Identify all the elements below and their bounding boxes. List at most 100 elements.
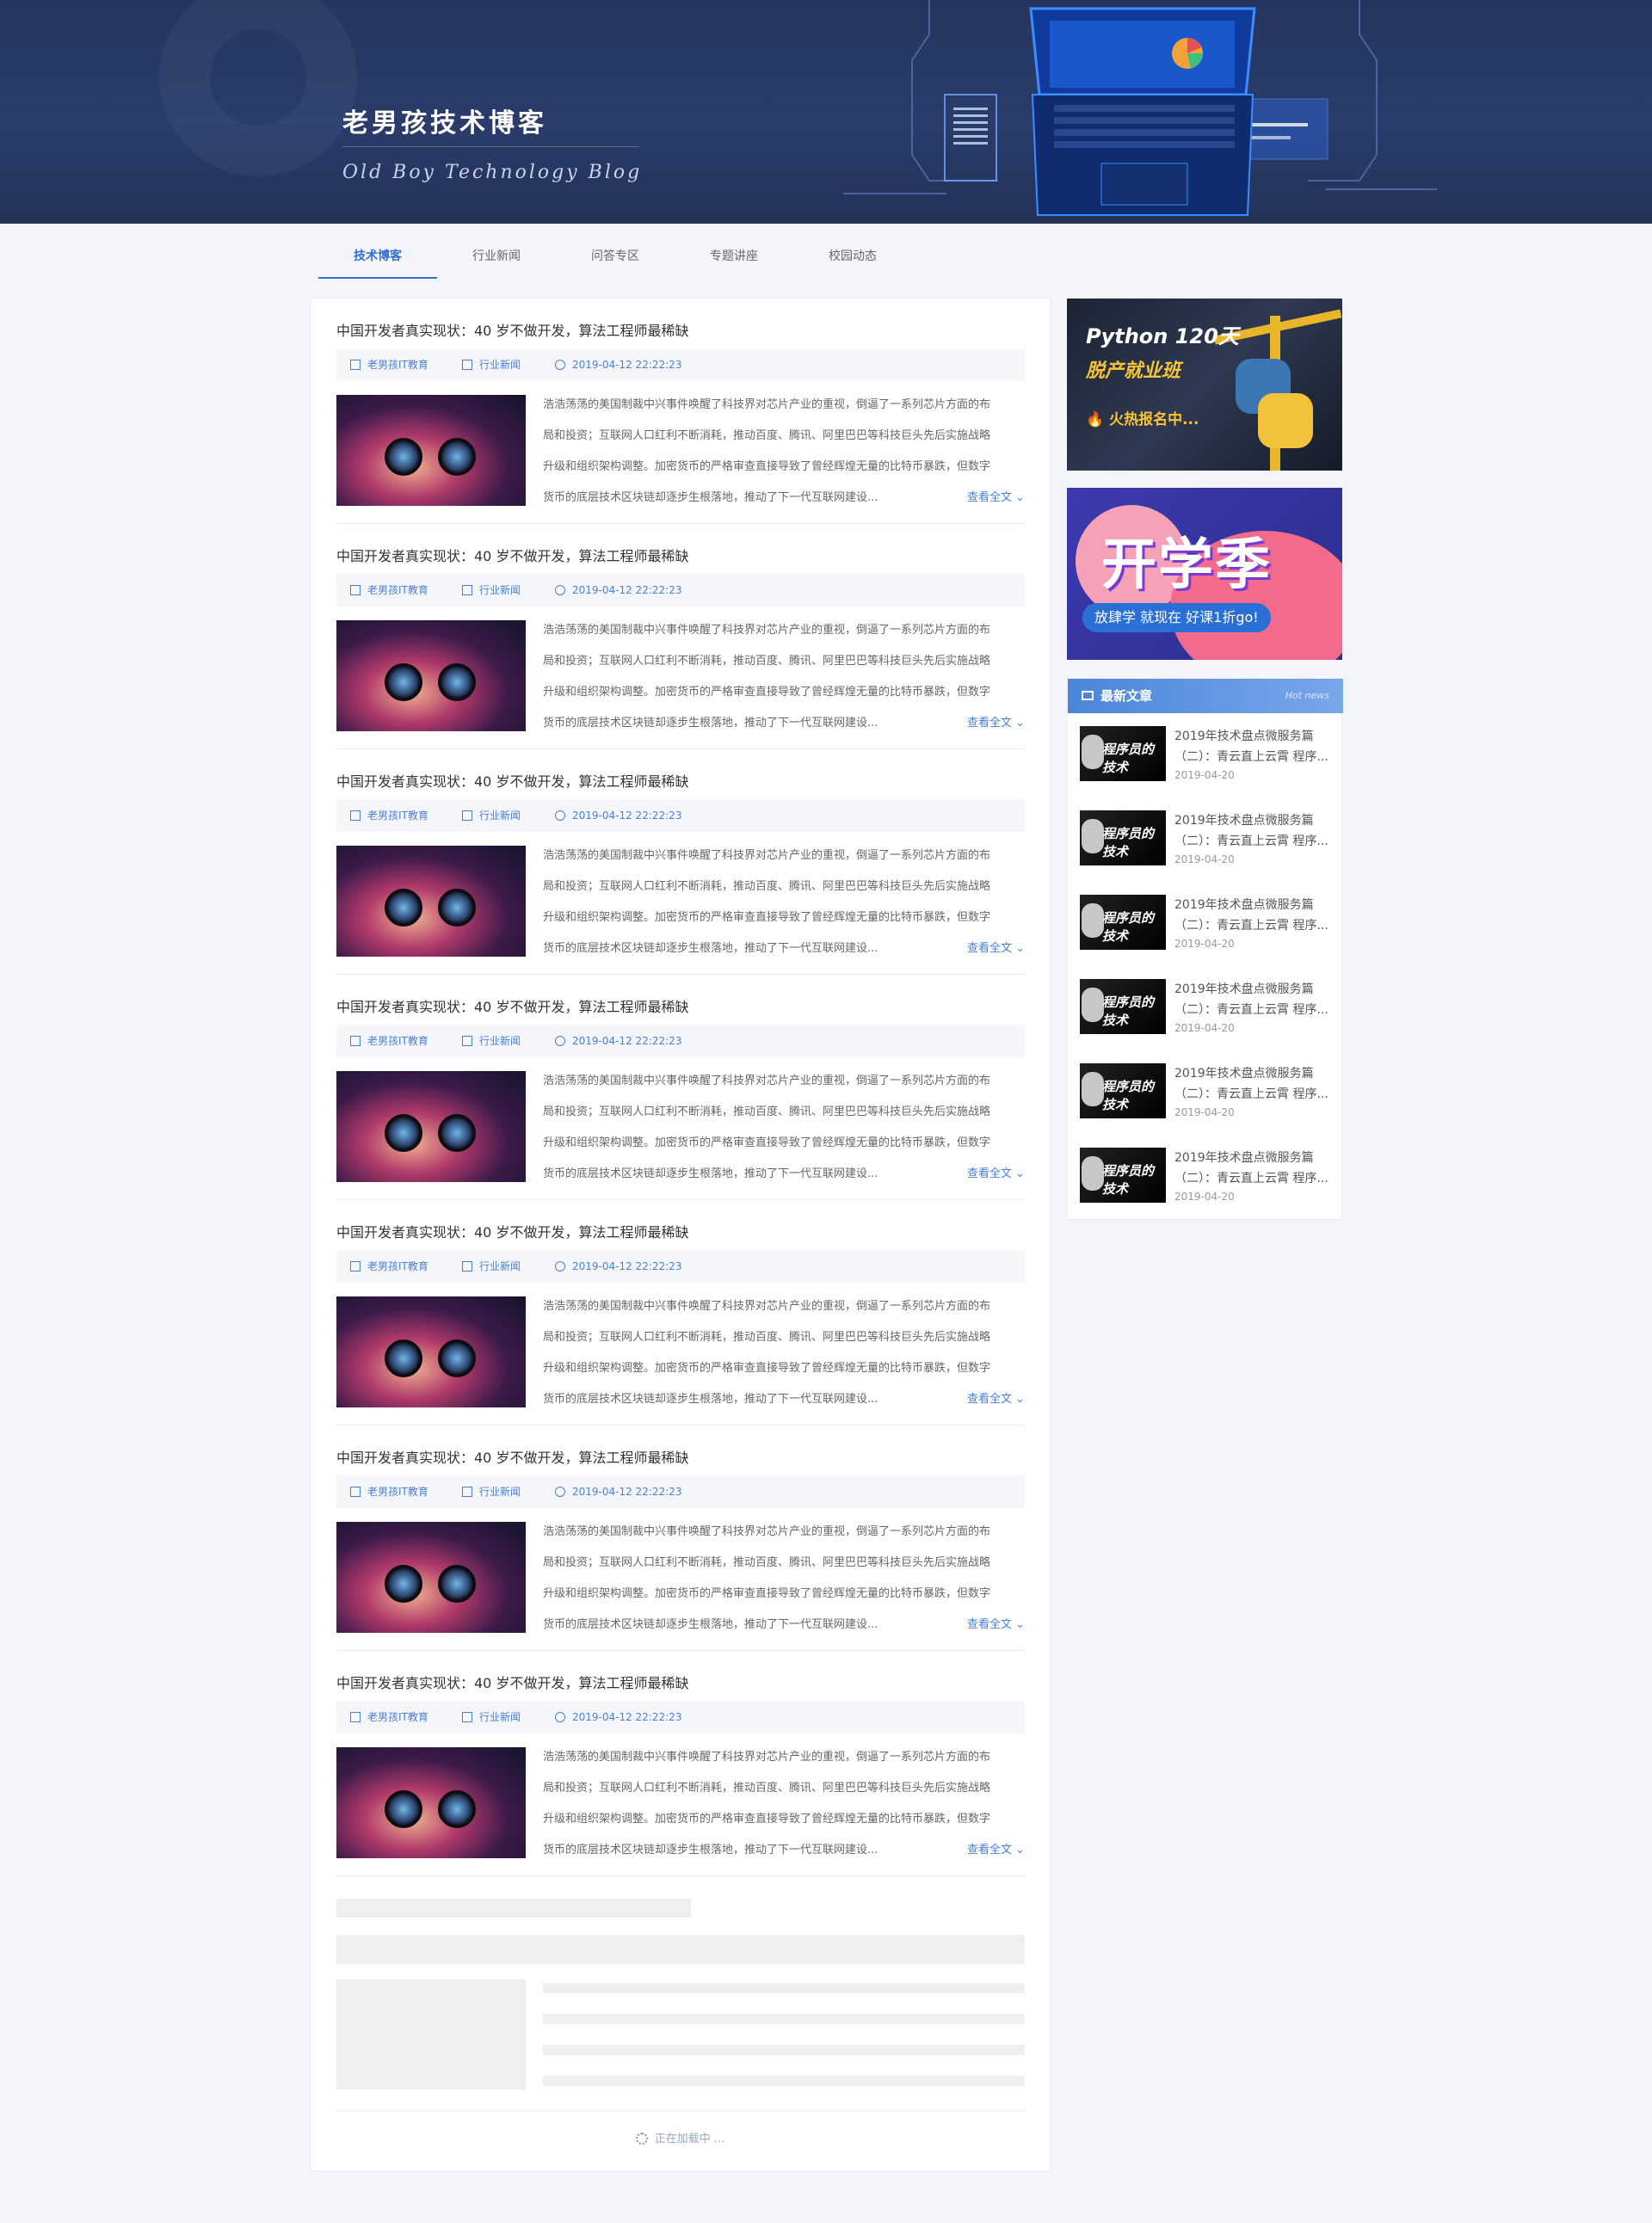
read-more-link[interactable]: 查看全文 ⌄ [967,708,1025,739]
clock-icon [555,1712,565,1722]
date-tag: 2019-04-12 22:22:23 [555,1025,681,1057]
tab-lectures[interactable]: 专题讲座 [675,241,793,277]
chevron-down-icon: ⌄ [1015,1167,1025,1180]
site-title[interactable]: 老男孩技术博客 [342,102,547,139]
category-tag[interactable]: 行业新闻 [462,348,521,381]
article-meta: 老男孩IT教育 行业新闻 2019-04-12 22:22:23 [336,799,1025,832]
category-tag[interactable]: 行业新闻 [462,799,521,832]
loading-spinner-icon [635,2133,648,2145]
category-tag[interactable]: 行业新闻 [462,1250,521,1283]
list-item: 中国开发者真实现状：40 岁不做开发，算法工程师最稀缺 老男孩IT教育 行业新闻… [336,975,1025,1200]
laptop-illustration [843,0,1437,216]
article-meta: 老男孩IT教育 行业新闻 2019-04-12 22:22:23 [336,1025,1025,1057]
list-item: 中国开发者真实现状：40 岁不做开发，算法工程师最稀缺 老男孩IT教育 行业新闻… [336,1426,1025,1651]
news-icon [462,1487,472,1497]
author-tag[interactable]: 老男孩IT教育 [350,1701,428,1733]
chart-icon [350,1712,361,1722]
date-tag: 2019-04-12 22:22:23 [555,1475,681,1508]
article-excerpt: 浩浩荡荡的美国制裁中兴事件唤醒了科技界对芯片产业的重视，倒逼了一系列芯片方面的布… [543,1751,991,1857]
binocular-lens [438,1790,476,1828]
python-logo-icon [1258,393,1313,448]
article-meta: 老男孩IT教育 行业新闻 2019-04-12 22:22:23 [336,1250,1025,1283]
author-tag[interactable]: 老男孩IT教育 [350,799,428,832]
hot-article-thumb: 程序员的技术 [1080,895,1166,950]
article-thumbnail[interactable] [336,846,526,957]
date-tag: 2019-04-12 22:22:23 [555,799,681,832]
read-more-link[interactable]: 查看全文 ⌄ [967,1835,1025,1866]
article-thumbnail[interactable] [336,1747,526,1858]
article-thumbnail[interactable] [336,1522,526,1633]
news-icon [462,360,472,370]
article-thumbnail[interactable] [336,620,526,731]
hot-article-item[interactable]: 程序员的技术 2019年技术盘点微服务篇（二）：青云直上云霄 程序... 201… [1080,895,1335,951]
hot-article-item[interactable]: 程序员的技术 2019年技术盘点微服务篇（二）：青云直上云霄 程序... 201… [1080,1063,1335,1120]
robot-face [1082,735,1104,769]
hot-article-thumb: 程序员的技术 [1080,1063,1166,1118]
tab-campus-news[interactable]: 校园动态 [793,241,912,277]
chart-icon [350,585,361,595]
hot-article-thumb: 程序员的技术 [1080,979,1166,1034]
title-divider [342,146,639,147]
school-season-banner[interactable]: 开学季 放肆学 就现在 好课1折go! [1067,488,1342,660]
article-excerpt: 浩浩荡荡的美国制裁中兴事件唤醒了科技界对芯片产业的重视，倒逼了一系列芯片方面的布… [543,624,991,730]
author-tag[interactable]: 老男孩IT教育 [350,1025,428,1057]
chart-icon [350,1036,361,1046]
read-more-link[interactable]: 查看全文 ⌄ [967,483,1025,514]
header-banner: 老男孩技术博客 Old Boy Technology Blog [0,0,1652,224]
article-title[interactable]: 中国开发者真实现状：40 岁不做开发，算法工程师最稀缺 [336,770,688,791]
category-nav: 技术博客 行业新闻 问答专区 专题讲座 校园动态 [318,241,912,279]
article-title[interactable]: 中国开发者真实现状：40 岁不做开发，算法工程师最稀缺 [336,545,688,565]
read-more-link[interactable]: 查看全文 ⌄ [967,1610,1025,1641]
skeleton-title [336,1899,691,1918]
author-tag[interactable]: 老男孩IT教育 [350,1250,428,1283]
category-tag[interactable]: 行业新闻 [462,1701,521,1733]
read-more-link[interactable]: 查看全文 ⌄ [967,933,1025,964]
hot-article-thumb: 程序员的技术 [1080,1148,1166,1203]
python-course-banner[interactable]: Python 120天 脱产就业班 🔥 火热报名中... [1067,299,1342,471]
article-title[interactable]: 中国开发者真实现状：40 岁不做开发，算法工程师最稀缺 [336,1672,688,1692]
tab-tech-blog[interactable]: 技术博客 [318,241,437,279]
article-thumbnail[interactable] [336,1296,526,1407]
author-tag[interactable]: 老男孩IT教育 [350,348,428,381]
article-excerpt: 浩浩荡荡的美国制裁中兴事件唤醒了科技界对芯片产业的重视，倒逼了一系列芯片方面的布… [543,1300,991,1406]
article-excerpt: 浩浩荡荡的美国制裁中兴事件唤醒了科技界对芯片产业的重视，倒逼了一系列芯片方面的布… [543,398,991,504]
article-title[interactable]: 中国开发者真实现状：40 岁不做开发，算法工程师最稀缺 [336,319,688,340]
read-more-link[interactable]: 查看全文 ⌄ [967,1384,1025,1415]
category-tag[interactable]: 行业新闻 [462,574,521,607]
article-thumbnail[interactable] [336,1071,526,1182]
robot-face [1082,988,1104,1022]
skeleton-line [543,2014,1025,2024]
read-more-link[interactable]: 查看全文 ⌄ [967,1159,1025,1190]
news-icon [462,1261,472,1272]
date-tag: 2019-04-12 22:22:23 [555,574,681,607]
date-tag: 2019-04-12 22:22:23 [555,1250,681,1283]
clock-icon [555,810,565,821]
article-thumbnail[interactable] [336,395,526,506]
category-tag[interactable]: 行业新闻 [462,1475,521,1508]
tab-qa-zone[interactable]: 问答专区 [556,241,675,277]
skeleton-meta [336,1935,1025,1964]
clock-icon [555,1487,565,1497]
clock-icon [555,360,565,370]
widget-header: 最新文章 Hot news [1068,679,1343,713]
chevron-down-icon: ⌄ [1015,1844,1025,1857]
binocular-lens [385,889,422,927]
hot-article-item[interactable]: 程序员的技术 2019年技术盘点微服务篇（二）：青云直上云霄 程序... 201… [1080,1148,1335,1204]
author-tag[interactable]: 老男孩IT教育 [350,1475,428,1508]
hot-article-thumb: 程序员的技术 [1080,726,1166,781]
tab-industry-news[interactable]: 行业新闻 [437,241,556,277]
list-item: 中国开发者真实现状：40 岁不做开发，算法工程师最稀缺 老男孩IT教育 行业新闻… [336,749,1025,975]
article-list: 中国开发者真实现状：40 岁不做开发，算法工程师最稀缺 老男孩IT教育 行业新闻… [310,298,1051,2171]
hot-article-item[interactable]: 程序员的技术 2019年技术盘点微服务篇（二）：青云直上云霄 程序... 201… [1080,726,1335,783]
robot-face [1082,1156,1104,1191]
binocular-lens [438,1114,476,1152]
binocular-lens [438,438,476,476]
hot-article-item[interactable]: 程序员的技术 2019年技术盘点微服务篇（二）：青云直上云霄 程序... 201… [1080,979,1335,1036]
article-title[interactable]: 中国开发者真实现状：40 岁不做开发，算法工程师最稀缺 [336,995,688,1016]
article-title[interactable]: 中国开发者真实现状：40 岁不做开发，算法工程师最稀缺 [336,1221,688,1241]
list-item: 中国开发者真实现状：40 岁不做开发，算法工程师最稀缺 老男孩IT教育 行业新闻… [336,299,1025,524]
category-tag[interactable]: 行业新闻 [462,1025,521,1057]
author-tag[interactable]: 老男孩IT教育 [350,574,428,607]
hot-article-item[interactable]: 程序员的技术 2019年技术盘点微服务篇（二）：青云直上云霄 程序... 201… [1080,810,1335,867]
article-title[interactable]: 中国开发者真实现状：40 岁不做开发，算法工程师最稀缺 [336,1446,688,1467]
